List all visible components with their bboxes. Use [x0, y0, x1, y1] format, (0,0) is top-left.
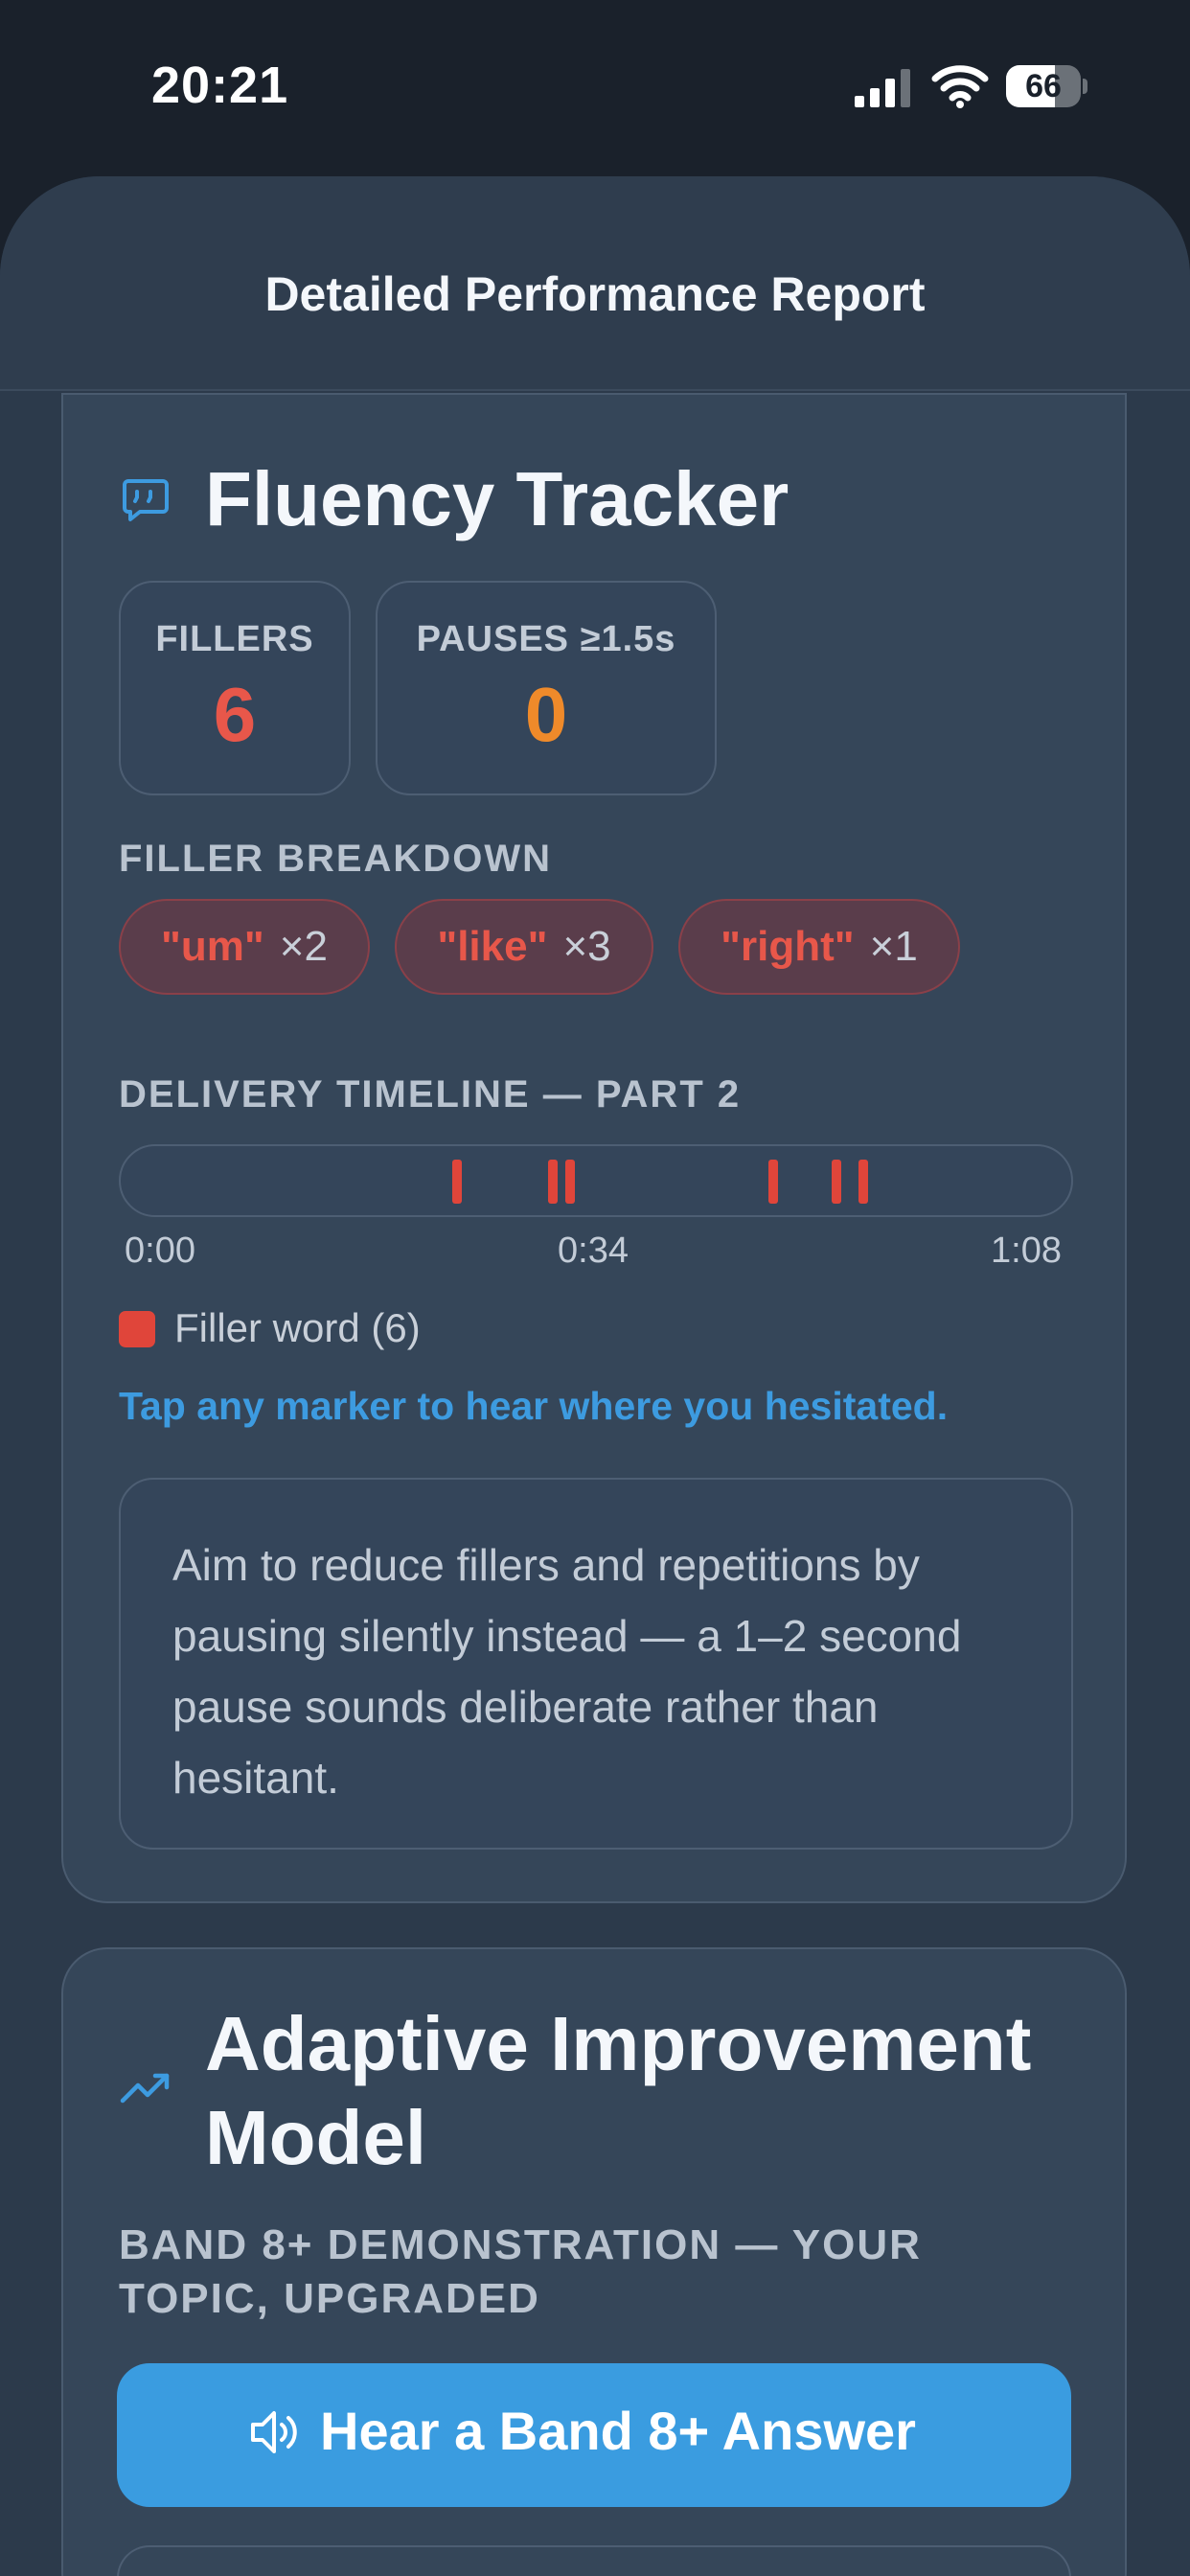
filler-chip[interactable]: "like" ×3: [395, 899, 653, 995]
timeline-tick-start: 0:00: [125, 1230, 195, 1271]
filler-marker[interactable]: [548, 1160, 558, 1204]
timeline-tick-end: 1:08: [991, 1230, 1062, 1271]
battery-level: 66: [1025, 68, 1062, 104]
timeline-tick-mid: 0:34: [558, 1230, 629, 1271]
demo-subtitle-line2: TOPIC, UPGRADED: [119, 2275, 540, 2322]
report-sheet: Detailed Performance Report Fluency Trac…: [0, 176, 1190, 2576]
speaker-icon: [251, 2411, 297, 2453]
chat-bubble-quote-icon: [123, 479, 169, 521]
delivery-timeline: [119, 1144, 1073, 1217]
card-title-line2: Model: [205, 2095, 427, 2180]
tap-hint: Tap any marker to hear where you hesitat…: [119, 1384, 949, 1428]
pauses-stat: PAUSES ≥1.5s 0: [376, 581, 717, 795]
filler-marker[interactable]: [768, 1160, 778, 1204]
filler-chip[interactable]: "um" ×2: [119, 899, 370, 995]
filler-chip[interactable]: "right" ×1: [678, 899, 960, 995]
status-bar: 20:21 66: [0, 0, 1190, 172]
stat-value: 6: [213, 672, 257, 757]
hear-band8-button[interactable]: Hear a Band 8+ Answer: [117, 2363, 1071, 2507]
cellular-signal-icon: [855, 69, 910, 107]
filler-count: ×3: [562, 923, 611, 970]
timeline-label: DELIVERY TIMELINE — PART 2: [119, 1073, 742, 1116]
filler-word: "right": [721, 923, 855, 970]
filler-marker[interactable]: [858, 1160, 868, 1204]
filler-breakdown-label: FILLER BREAKDOWN: [119, 838, 552, 880]
card-title: Fluency Tracker: [205, 456, 790, 541]
filler-word: "um": [161, 923, 264, 970]
card-title-line1: Adaptive Improvement: [205, 2001, 1032, 2086]
filler-marker[interactable]: [565, 1160, 575, 1204]
sheet-header: Detailed Performance Report: [0, 176, 1190, 391]
fluency-tip: Aim to reduce fillers and repetitions by…: [119, 1478, 1073, 1850]
demo-subtitle-line1: BAND 8+ DEMONSTRATION — YOUR: [119, 2221, 922, 2268]
cta-label: Hear a Band 8+ Answer: [320, 2401, 916, 2461]
filler-count: ×1: [869, 923, 918, 970]
filler-legend-swatch: [119, 1311, 155, 1347]
fillers-stat: FILLERS 6: [119, 581, 351, 795]
answer-panel: [117, 2545, 1071, 2576]
stat-value: 0: [524, 672, 568, 757]
filler-legend-label: Filler word (6): [174, 1305, 421, 1350]
filler-marker[interactable]: [832, 1160, 841, 1204]
stat-label: FILLERS: [155, 619, 314, 659]
trending-up-icon: [120, 2073, 170, 2104]
status-time: 20:21: [151, 57, 289, 114]
stat-label: PAUSES ≥1.5s: [416, 619, 676, 659]
fluency-tracker-card: Fluency Tracker FILLERS 6 PAUSES ≥1.5s 0…: [61, 393, 1127, 1903]
page-title: Detailed Performance Report: [264, 267, 926, 321]
filler-marker[interactable]: [452, 1160, 462, 1204]
filler-count: ×2: [279, 923, 328, 970]
wifi-icon: [931, 65, 989, 108]
filler-word: "like": [437, 923, 548, 970]
battery-icon: 66: [1006, 65, 1087, 107]
